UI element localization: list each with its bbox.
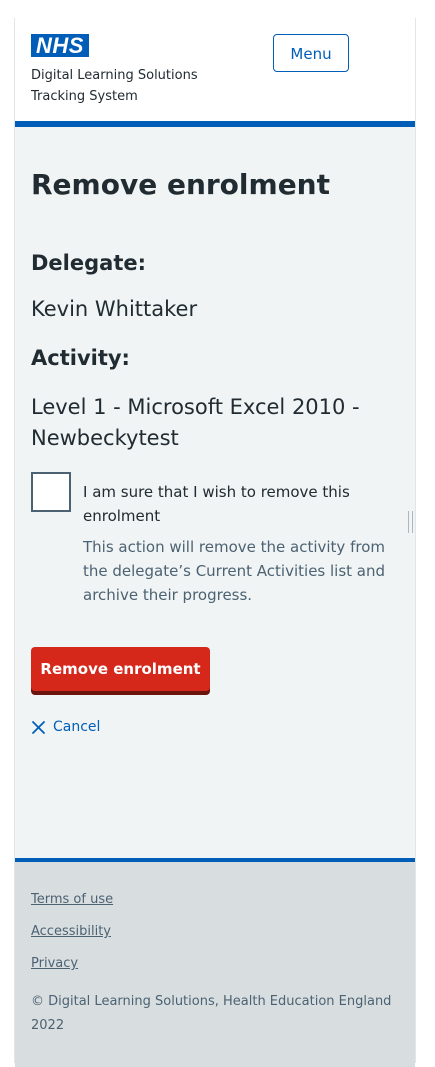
cancel-link[interactable]: Cancel xyxy=(31,717,100,737)
scroll-handle[interactable] xyxy=(408,511,413,533)
service-name-line2: Tracking System xyxy=(31,89,138,104)
footer-link-accessibility[interactable]: Accessibility xyxy=(31,924,111,939)
activity-name: Level 1 - Microsoft Excel 2010 - Newbeck… xyxy=(31,395,360,450)
footer-link-terms[interactable]: Terms of use xyxy=(31,892,113,907)
service-name[interactable]: Digital Learning Solutions Tracking Syst… xyxy=(31,65,251,107)
activity-label: Activity: xyxy=(31,346,130,370)
page-title: Remove enrolment xyxy=(31,168,331,201)
page-frame: NHS Digital Learning Solutions Tracking … xyxy=(14,18,416,1067)
confirm-checkbox-label[interactable]: I am sure that I wish to remove this enr… xyxy=(83,480,383,528)
copyright-text: © Digital Learning Solutions, Health Edu… xyxy=(31,994,392,1033)
site-header: NHS Digital Learning Solutions Tracking … xyxy=(15,18,415,127)
confirm-checkbox[interactable] xyxy=(31,472,71,512)
cancel-label: Cancel xyxy=(53,719,101,735)
confirm-hint: This action will remove the activity fro… xyxy=(83,538,386,604)
site-footer: Terms of use Accessibility Privacy © Dig… xyxy=(15,858,415,1067)
delegate-name: Kevin Whittaker xyxy=(31,297,198,321)
close-icon xyxy=(32,720,45,734)
menu-button[interactable]: Menu xyxy=(273,34,349,72)
footer-link-privacy[interactable]: Privacy xyxy=(31,956,78,971)
nhs-logo[interactable]: NHS xyxy=(31,34,89,57)
delegate-label: Delegate: xyxy=(31,251,146,275)
remove-enrolment-button[interactable]: Remove enrolment xyxy=(31,647,210,691)
service-name-line1: Digital Learning Solutions xyxy=(31,68,198,83)
